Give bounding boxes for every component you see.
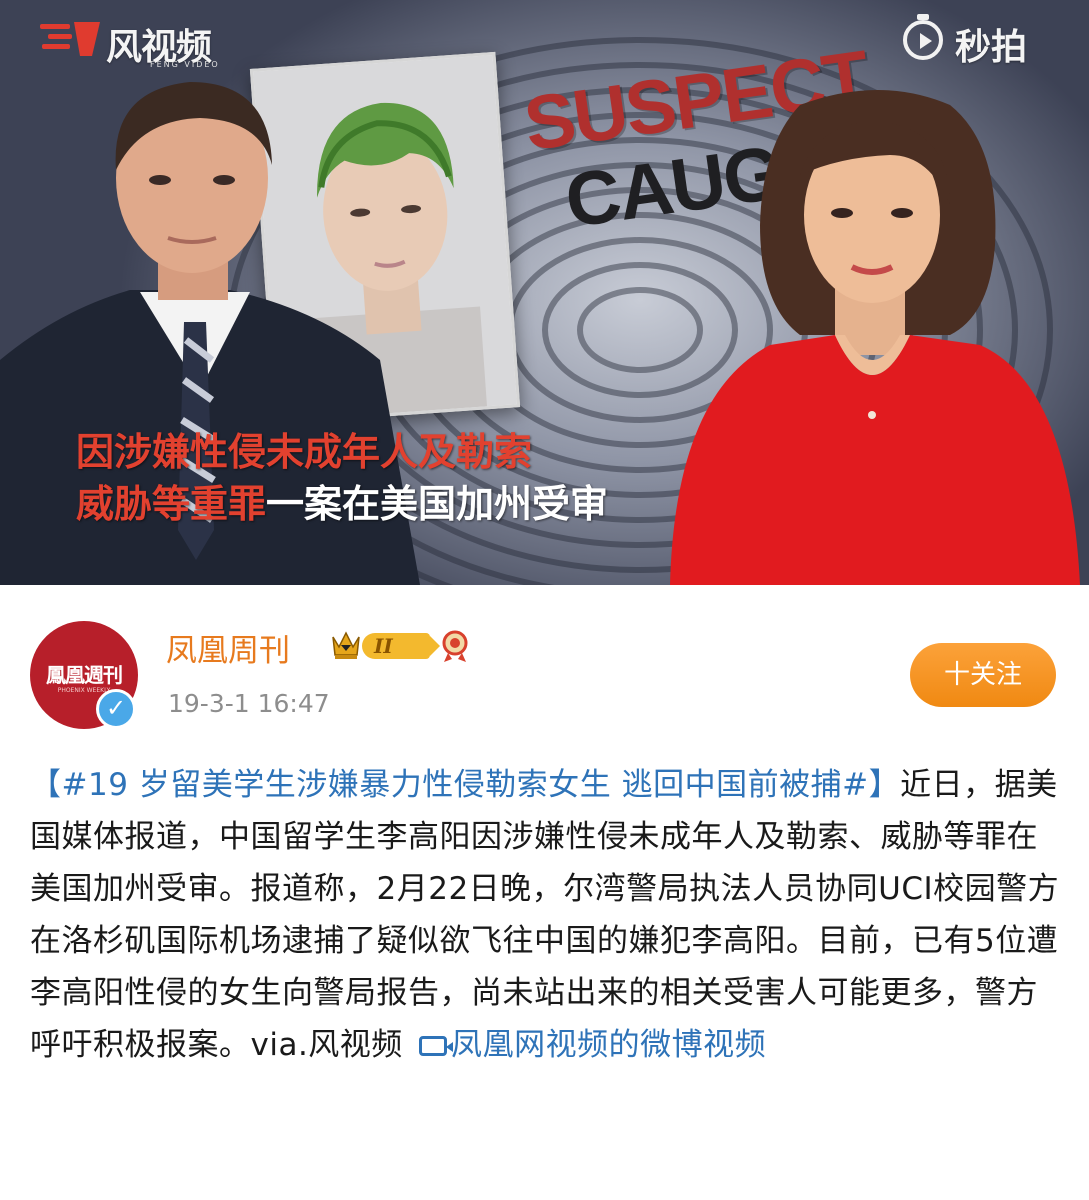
caption-line-2-red: 威胁等重罪 <box>76 482 267 526</box>
video-source-link[interactable]: 凤凰网视频的微博视频 <box>451 1027 766 1063</box>
crown-icon <box>332 631 360 659</box>
caption-line-2-white: 一案在美国加州受审 <box>266 482 609 526</box>
follow-button[interactable]: 十关注 <box>910 643 1056 707</box>
avatar-text: 鳳凰週刊 <box>46 663 123 687</box>
video-link-icon[interactable] <box>419 1036 454 1056</box>
vip-level: II <box>374 634 393 658</box>
feng-video-mark-icon <box>40 22 100 56</box>
video-caption: 因涉嫌性侵未成年人及勒索 威胁等重罪一案在美国加州受审 <box>76 426 608 530</box>
medal-icon[interactable] <box>438 629 472 663</box>
post-content: 【#19 岁留美学生涉嫌暴力性侵勒索女生 逃回中国前被捕#】近日，据美国媒体报道… <box>30 759 1060 1071</box>
post-timestamp: 19-3-1 16:47 <box>168 689 330 718</box>
weibo-post: 鳳凰週刊 PHOENIX WEEKLY ✓ 凤凰周刊 II 19-3-1 16:… <box>0 585 1089 1200</box>
vip-badge-icon[interactable]: II <box>362 633 440 659</box>
hashtag-topic[interactable]: 【#19 岁留美学生涉嫌暴力性侵勒索女生 逃回中国前被捕#】 <box>30 767 900 803</box>
female-news-anchor <box>670 90 1080 585</box>
verified-icon: ✓ <box>96 689 136 729</box>
username[interactable]: 凤凰周刊 <box>166 625 290 670</box>
caption-line-1: 因涉嫌性侵未成年人及勒索 <box>76 430 533 474</box>
video-frame[interactable]: 风视频 FENG VIDEO 秒拍 SUSPECT CAUGHT 因涉嫌性侵未成… <box>0 0 1089 585</box>
play-icon <box>903 20 943 60</box>
miaopai-logo-text: 秒拍 <box>955 27 1028 68</box>
post-body-text: 近日，据美国媒体报道，中国留学生李高阳因涉嫌性侵未成年人及勒索、威胁等罪在美国加… <box>30 767 1060 1063</box>
